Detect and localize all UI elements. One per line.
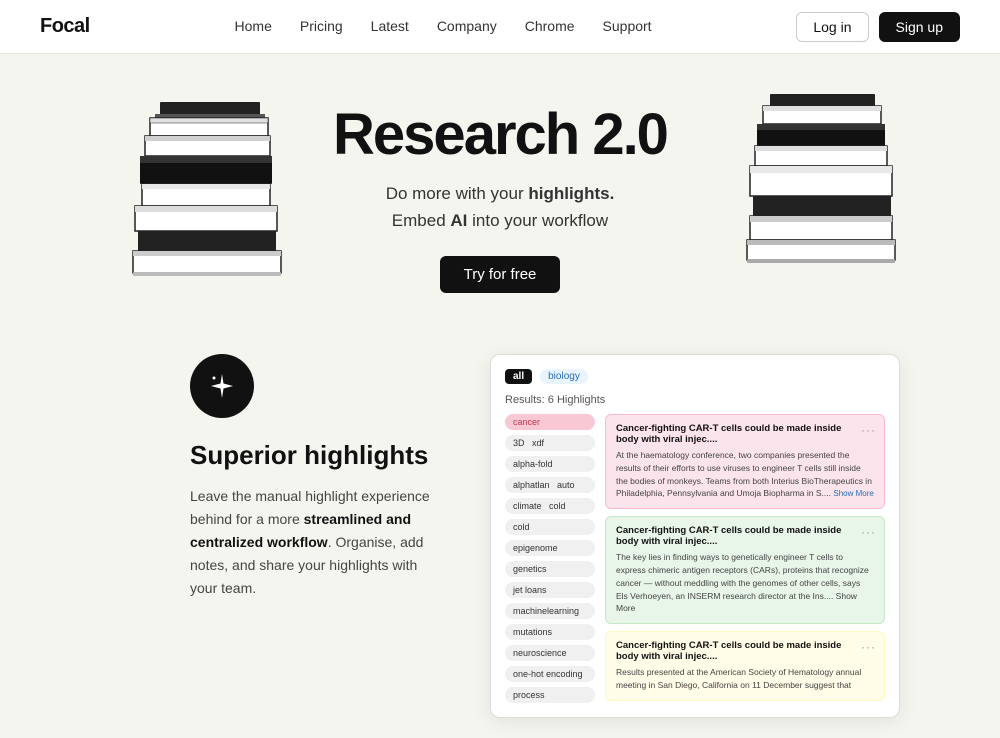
signup-button[interactable]: Sign up xyxy=(879,12,960,42)
hero-content: Research 2.0 Do more with your highlight… xyxy=(333,105,667,293)
highlight-card-2: ··· Cancer-fighting CAR-T cells could be… xyxy=(605,631,885,701)
sparkle-icon-container xyxy=(190,354,254,418)
sparkle-svg xyxy=(206,370,238,402)
features-panel: all biology Results: 6 Highlights cancer… xyxy=(490,354,900,718)
navbar: Focal Home Pricing Latest Company Chrome… xyxy=(0,0,1000,54)
nav-links: Home Pricing Latest Company Chrome Suppo… xyxy=(235,18,652,36)
features-title: Superior highlights xyxy=(190,440,430,471)
highlight-card-1: ··· Cancer-fighting CAR-T cells could be… xyxy=(605,516,885,624)
panel-results-label: Results: 6 Highlights xyxy=(505,394,885,406)
nav-home[interactable]: Home xyxy=(235,18,272,34)
nav-latest[interactable]: Latest xyxy=(371,18,409,34)
card-menu-2[interactable]: ··· xyxy=(861,640,876,654)
panel-sidebar: cancer 3D xdf alpha-fold alphatlan auto … xyxy=(505,414,595,703)
login-button[interactable]: Log in xyxy=(796,12,868,42)
sidebar-tag-alphatlan[interactable]: alphatlan auto xyxy=(505,477,595,493)
panel-tag-biology[interactable]: biology xyxy=(540,369,588,384)
panel-tag-all[interactable]: all xyxy=(505,369,532,384)
card-menu-0[interactable]: ··· xyxy=(861,423,876,437)
highlight-card-0: ··· Cancer-fighting CAR-T cells could be… xyxy=(605,414,885,509)
hero-subtitle-text3: into your workflow xyxy=(467,211,608,230)
highlights-panel: all biology Results: 6 Highlights cancer… xyxy=(490,354,900,718)
sidebar-tag-cancer[interactable]: cancer xyxy=(505,414,595,430)
sidebar-tag-process[interactable]: one-hot encoding xyxy=(505,666,595,682)
nav-logo[interactable]: Focal xyxy=(40,15,90,38)
sidebar-tag-alphafold[interactable]: alpha-fold xyxy=(505,456,595,472)
sidebar-tag-programme[interactable]: process xyxy=(505,687,595,703)
panel-body: cancer 3D xdf alpha-fold alphatlan auto … xyxy=(505,414,885,703)
panel-header: all biology xyxy=(505,369,885,384)
card-title-2: Cancer-fighting CAR-T cells could be mad… xyxy=(616,640,874,662)
book-illustration-left xyxy=(130,84,285,284)
sidebar-tag-climate[interactable]: climate cold xyxy=(505,498,595,514)
hero-subtitle-text2: Embed xyxy=(392,211,451,230)
card-text-2: Results presented at the American Societ… xyxy=(616,666,874,692)
features-section: Superior highlights Leave the manual hig… xyxy=(0,334,1000,738)
card-title-0: Cancer-fighting CAR-T cells could be mad… xyxy=(616,423,874,445)
card-text-0: At the haematology conference, two compa… xyxy=(616,449,874,500)
nav-company[interactable]: Company xyxy=(437,18,497,34)
hero-section: Research 2.0 Do more with your highlight… xyxy=(0,54,1000,334)
sidebar-tag-epigenome[interactable]: cold xyxy=(505,519,595,535)
card-menu-1[interactable]: ··· xyxy=(861,525,876,539)
hero-title: Research 2.0 xyxy=(333,105,667,166)
features-description: Leave the manual highlight experience be… xyxy=(190,485,430,600)
hero-subtitle-ai: AI xyxy=(450,211,467,230)
book-illustration-right xyxy=(745,84,900,269)
hero-subtitle-bold: highlights. xyxy=(528,184,614,203)
sidebar-tag-onehotencoding[interactable]: neuroscience xyxy=(505,645,595,661)
nav-chrome[interactable]: Chrome xyxy=(525,18,575,34)
sidebar-tag-neuroscience[interactable]: mutations xyxy=(505,624,595,640)
sidebar-tag-genetics[interactable]: epigenome xyxy=(505,540,595,556)
hero-subtitle-text1: Do more with your xyxy=(386,184,529,203)
sidebar-tag-machinelearning[interactable]: jet loans xyxy=(505,582,595,598)
card-text-1: The key lies in finding ways to genetica… xyxy=(616,551,874,615)
sidebar-tag-3d[interactable]: 3D xdf xyxy=(505,435,595,451)
nav-pricing[interactable]: Pricing xyxy=(300,18,343,34)
nav-actions: Log in Sign up xyxy=(796,12,960,42)
nav-support[interactable]: Support xyxy=(603,18,652,34)
card-show-more-0[interactable]: Show More xyxy=(833,489,873,498)
hero-subtitle: Do more with your highlights. Embed AI i… xyxy=(333,180,667,234)
cta-button[interactable]: Try for free xyxy=(440,256,561,293)
panel-cards: ··· Cancer-fighting CAR-T cells could be… xyxy=(605,414,885,703)
features-left: Superior highlights Leave the manual hig… xyxy=(190,354,430,600)
sidebar-tag-mutations[interactable]: machinelearning xyxy=(505,603,595,619)
card-title-1: Cancer-fighting CAR-T cells could be mad… xyxy=(616,525,874,547)
sidebar-tag-jetloans[interactable]: genetics xyxy=(505,561,595,577)
